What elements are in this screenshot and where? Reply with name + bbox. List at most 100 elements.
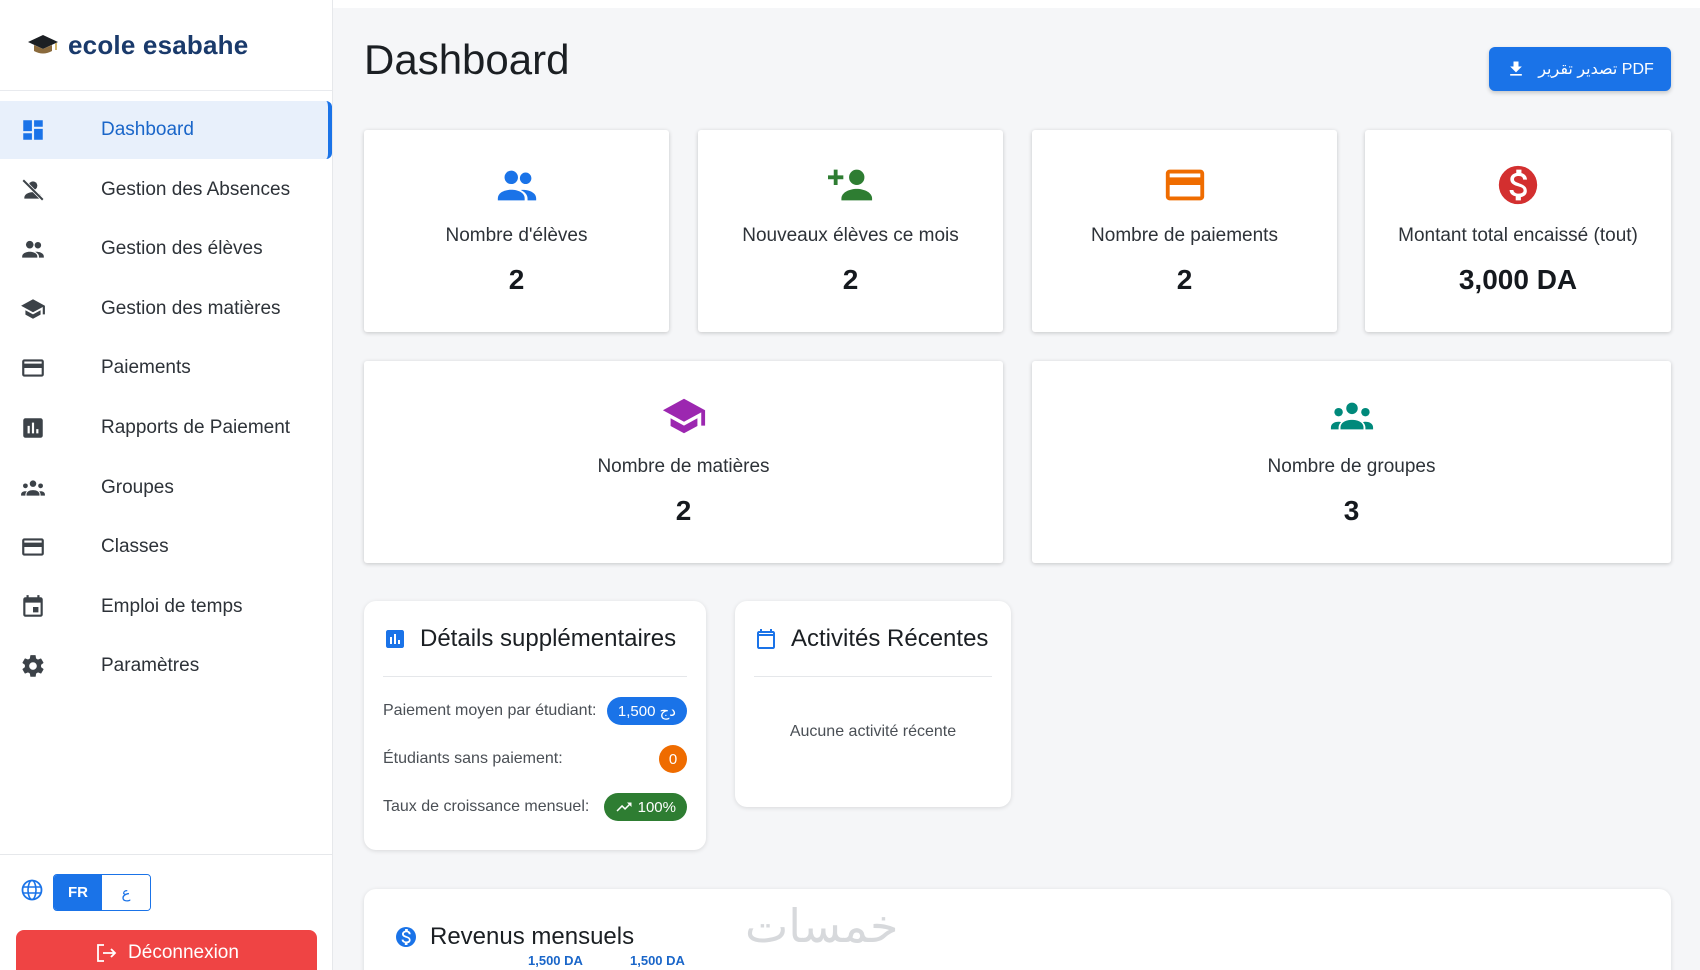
language-switcher: FR ع: [20, 874, 151, 911]
export-pdf-label: تصدير تقرير PDF: [1538, 61, 1654, 78]
revenue-data-label: 1,500 DA: [630, 953, 685, 968]
unpaid-count-badge: 0: [659, 745, 687, 773]
groups-icon: [1329, 393, 1375, 439]
sidebar-item-rapports[interactable]: Rapports de Paiement: [0, 399, 332, 457]
sidebar-item-dashboard[interactable]: Dashboard: [0, 101, 332, 159]
stat-value: 3: [1343, 495, 1360, 526]
logout-button[interactable]: Déconnexion: [16, 930, 317, 970]
growth-value: 100%: [637, 798, 676, 816]
sidebar-item-label: Paiements: [101, 357, 191, 379]
details-header: Détails supplémentaires: [383, 601, 687, 677]
detail-label: Paiement moyen par étudiant:: [383, 702, 597, 719]
people-icon: [20, 236, 46, 262]
school-icon: [661, 393, 707, 439]
activities-title: Activités Récentes: [791, 624, 989, 652]
graduation-cap-icon: [28, 35, 58, 54]
trending-up-icon: [616, 802, 632, 812]
bar-chart-icon: [20, 415, 46, 441]
stat-label: Nouveaux élèves ce mois: [742, 225, 959, 246]
download-icon: [1510, 61, 1523, 76]
stat-label: Nombre de groupes: [1267, 456, 1436, 477]
dollar-icon: [396, 927, 416, 947]
sidebar-item-emploi[interactable]: Emploi de temps: [0, 578, 332, 636]
stat-card-eleves: Nombre d'élèves 2: [364, 130, 669, 332]
sidebar-item-label: Classes: [101, 536, 169, 558]
revenue-data-label: 1,500 DA: [528, 953, 583, 968]
detail-row: Taux de croissance mensuel: 100%: [383, 783, 687, 831]
stat-card-groupes: Nombre de groupes 3: [1032, 361, 1671, 563]
revenue-header: Revenus mensuels: [394, 923, 634, 951]
credit-card-icon: [20, 355, 46, 381]
lang-fr-button[interactable]: FR: [54, 875, 102, 910]
stat-value: 2: [1176, 264, 1193, 295]
calendar-icon: [757, 628, 775, 649]
stat-label: Nombre de paiements: [1091, 225, 1278, 246]
watermark: خمسات: [745, 899, 899, 953]
sidebar-item-label: Paramètres: [101, 655, 200, 677]
stat-card-nouveaux: Nouveaux élèves ce mois 2: [698, 130, 1003, 332]
sidebar-item-groupes[interactable]: Groupes: [0, 459, 332, 517]
sidebar-item-matieres[interactable]: Gestion des matières: [0, 280, 332, 338]
language-toggle: FR ع: [53, 874, 151, 911]
sidebar-item-label: Gestion des élèves: [101, 238, 263, 260]
detail-label: Étudiants sans paiement:: [383, 750, 563, 767]
page-title: Dashboard: [364, 36, 570, 83]
sidebar-item-absences[interactable]: Gestion des Absences: [0, 161, 332, 219]
sidebar: ecole esabahe Dashboard Gestion des Abse…: [0, 0, 333, 970]
sidebar-item-label: Gestion des Absences: [101, 178, 291, 200]
sidebar-item-eleves[interactable]: Gestion des élèves: [0, 220, 332, 278]
sidebar-item-paiements[interactable]: Paiements: [0, 339, 332, 397]
dashboard-icon: [20, 117, 46, 143]
activities-header: Activités Récentes: [754, 601, 992, 677]
stat-label: Nombre d'élèves: [445, 225, 588, 246]
stat-value: 2: [842, 264, 859, 295]
logout-label: Déconnexion: [128, 942, 239, 963]
stat-value: 2: [508, 264, 525, 295]
dollar-icon: [1495, 162, 1541, 208]
detail-label: Taux de croissance mensuel:: [383, 798, 590, 815]
stat-value: 3,000 DA: [1458, 264, 1578, 295]
growth-badge: 100%: [603, 793, 687, 821]
globe-icon: [20, 878, 44, 907]
details-title: Détails supplémentaires: [420, 624, 677, 652]
stat-card-paiements: Nombre de paiements 2: [1032, 130, 1337, 332]
stat-card-montant: Montant total encaissé (tout) 3,000 DA: [1365, 130, 1671, 332]
details-panel: Détails supplémentaires Paiement moyen p…: [364, 601, 706, 850]
school-icon: [20, 296, 46, 322]
sidebar-nav: Dashboard Gestion des Absences Gestion d…: [0, 101, 332, 695]
bar-chart-icon: [386, 629, 404, 648]
sidebar-item-label: Groupes: [101, 476, 174, 498]
person-add-icon: [827, 162, 874, 208]
average-payment-badge: 1,500 دج: [606, 697, 687, 725]
logout-icon: [97, 944, 117, 962]
people-icon: [494, 162, 540, 208]
lang-ar-button[interactable]: ع: [102, 875, 150, 910]
detail-row: Paiement moyen par étudiant: 1,500 دج: [383, 687, 687, 735]
sidebar-item-label: Emploi de temps: [101, 595, 243, 617]
stat-label: Montant total encaissé (tout): [1398, 225, 1638, 246]
activities-empty-message: Aucune activité récente: [789, 723, 957, 740]
stat-value: 2: [675, 495, 692, 526]
sidebar-item-label: Dashboard: [101, 119, 194, 140]
revenue-panel: Revenus mensuels 1,500 DA 1,500 DA: [364, 889, 1671, 970]
credit-card-icon: [1162, 162, 1208, 208]
top-strip: [333, 0, 1700, 8]
person-off-icon: [20, 177, 46, 203]
sidebar-item-label: Gestion des matières: [101, 297, 281, 319]
sidebar-item-label: Rapports de Paiement: [101, 416, 291, 438]
detail-row: Étudiants sans paiement: 0: [383, 735, 687, 783]
groups-icon: [20, 475, 46, 501]
brand[interactable]: ecole esabahe: [0, 0, 332, 91]
sidebar-item-parametres[interactable]: Paramètres: [0, 637, 332, 695]
stat-label: Nombre de matières: [597, 456, 770, 477]
brand-name: ecole esabahe: [68, 29, 249, 60]
calendar-icon: [20, 594, 46, 620]
gear-icon: [20, 653, 46, 679]
main-content: Dashboard تصدير تقرير PDF Nombre d'élève…: [333, 0, 1700, 970]
card-icon: [20, 534, 46, 560]
revenue-title: Revenus mensuels: [430, 923, 635, 950]
stat-card-matieres: Nombre de matières 2: [364, 361, 1003, 563]
export-pdf-button[interactable]: تصدير تقرير PDF: [1489, 47, 1671, 91]
activities-panel: Activités Récentes Aucune activité récen…: [735, 601, 1011, 807]
sidebar-item-classes[interactable]: Classes: [0, 518, 332, 576]
